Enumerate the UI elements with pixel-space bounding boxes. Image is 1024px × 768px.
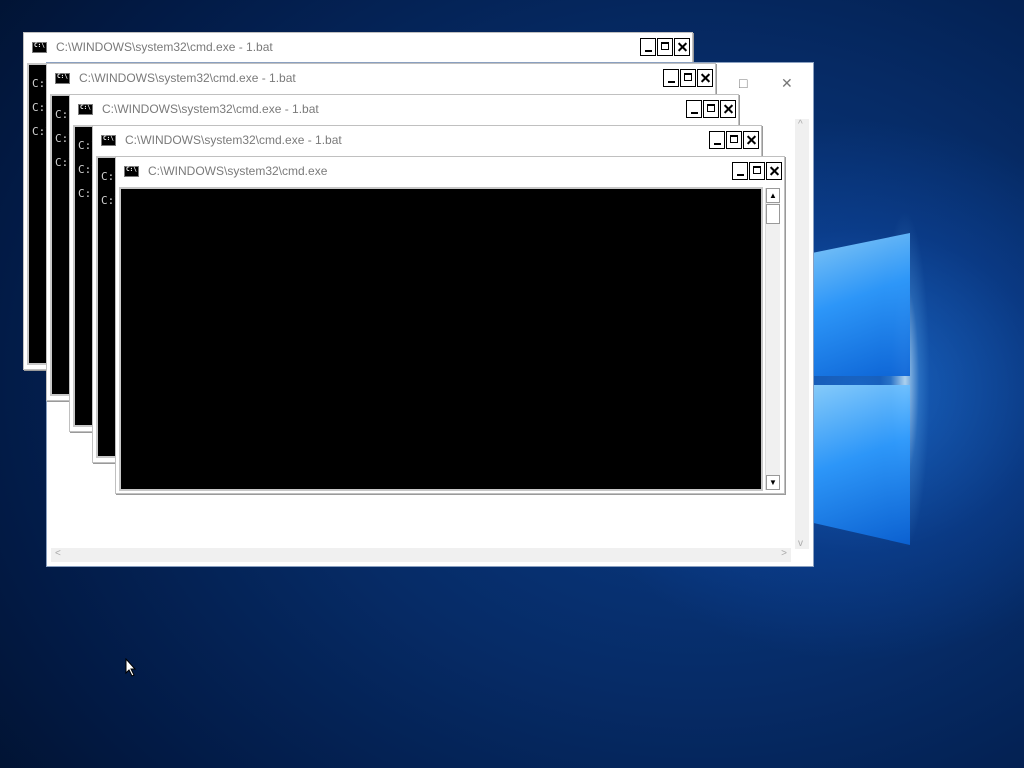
scroll-down-icon[interactable]: ▼ — [766, 475, 780, 490]
maximize-icon[interactable]: □ — [739, 75, 747, 91]
cmd-app-icon — [124, 166, 139, 177]
maximize-icon[interactable] — [749, 162, 765, 180]
cmd-window-5[interactable]: C:\WINDOWS\system32\cmd.exe ▲ ▼ — [115, 156, 785, 494]
minimize-icon[interactable] — [732, 162, 748, 180]
scroll-right-icon[interactable]: > — [781, 548, 787, 559]
cmd-app-icon — [78, 104, 93, 115]
title-bar[interactable]: C:\WINDOWS\system32\cmd.exe - 1.bat — [47, 64, 715, 94]
scroll-up-icon[interactable]: ^ — [798, 119, 803, 130]
window-title: C:\WINDOWS\system32\cmd.exe — [148, 164, 328, 178]
window-title: C:\WINDOWS\system32\cmd.exe - 1.bat — [56, 40, 273, 54]
minimize-icon[interactable] — [663, 69, 679, 87]
close-icon[interactable] — [697, 69, 713, 87]
minimize-icon[interactable] — [640, 38, 656, 56]
horizontal-scrollbar[interactable]: < > — [51, 548, 791, 562]
vertical-scrollbar[interactable]: ▲ ▼ — [765, 188, 780, 490]
title-bar[interactable]: C:\WINDOWS\system32\cmd.exe — [116, 157, 784, 187]
maximize-icon[interactable] — [726, 131, 742, 149]
console-area[interactable] — [119, 187, 763, 491]
minimize-icon[interactable] — [709, 131, 725, 149]
close-icon[interactable] — [720, 100, 736, 118]
title-bar[interactable]: C:\WINDOWS\system32\cmd.exe - 1.bat — [24, 33, 692, 63]
window-title: C:\WINDOWS\system32\cmd.exe - 1.bat — [102, 102, 319, 116]
maximize-icon[interactable] — [680, 69, 696, 87]
window-title: C:\WINDOWS\system32\cmd.exe - 1.bat — [79, 71, 296, 85]
scroll-down-icon[interactable]: v — [798, 538, 803, 549]
window-title: C:\WINDOWS\system32\cmd.exe - 1.bat — [125, 133, 342, 147]
title-bar[interactable]: C:\WINDOWS\system32\cmd.exe - 1.bat — [70, 95, 738, 125]
scroll-thumb[interactable] — [766, 204, 780, 224]
maximize-icon[interactable] — [657, 38, 673, 56]
cmd-app-icon — [101, 135, 116, 146]
title-bar[interactable]: C:\WINDOWS\system32\cmd.exe - 1.bat — [93, 126, 761, 156]
close-icon[interactable] — [766, 162, 782, 180]
close-icon[interactable] — [743, 131, 759, 149]
close-icon[interactable]: ✕ — [781, 75, 793, 92]
vertical-scrollbar[interactable]: ^ v — [795, 119, 809, 549]
scroll-left-icon[interactable]: < — [55, 548, 61, 559]
close-icon[interactable] — [674, 38, 690, 56]
scroll-up-icon[interactable]: ▲ — [766, 188, 780, 203]
maximize-icon[interactable] — [703, 100, 719, 118]
cmd-app-icon — [55, 73, 70, 84]
cmd-app-icon — [32, 42, 47, 53]
minimize-icon[interactable] — [686, 100, 702, 118]
